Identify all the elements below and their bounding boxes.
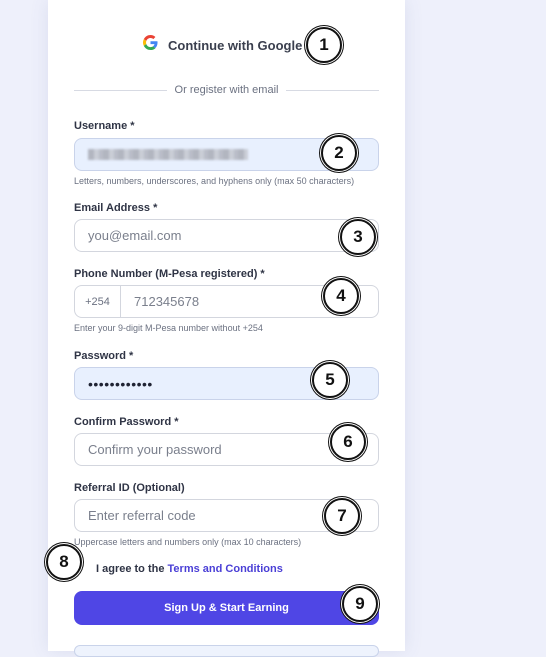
- username-value-redacted: [88, 149, 248, 160]
- phone-country-prefix: +254: [75, 286, 121, 317]
- annotation-badge-8: 8: [46, 544, 82, 580]
- annotation-badge-3: 3: [340, 219, 376, 255]
- email-label: Email Address *: [74, 202, 158, 214]
- annotation-badge-9: 9: [342, 586, 378, 622]
- username-hint: Letters, numbers, underscores, and hyphe…: [74, 176, 355, 186]
- annotation-badge-2: 2: [321, 135, 357, 171]
- referral-placeholder: Enter referral code: [88, 508, 196, 523]
- annotation-badge-7: 7: [324, 498, 360, 534]
- signup-button-label: Sign Up & Start Earning: [164, 602, 289, 614]
- terms-agreement[interactable]: I agree to the Terms and Conditions: [96, 563, 283, 575]
- google-signin-button[interactable]: Continue with Google: [143, 31, 302, 59]
- confirm-password-label: Confirm Password *: [74, 416, 179, 428]
- annotation-badge-6: 6: [330, 424, 366, 460]
- divider-line-right: [286, 89, 380, 91]
- email-input[interactable]: you@email.com: [74, 219, 379, 252]
- divider-text: Or register with email: [174, 84, 279, 96]
- annotation-badge-4: 4: [323, 278, 359, 314]
- bottom-panel: [74, 645, 379, 657]
- email-placeholder: you@email.com: [88, 228, 182, 243]
- phone-label: Phone Number (M-Pesa registered) *: [74, 268, 265, 280]
- divider-line-left: [74, 89, 167, 91]
- google-icon: [143, 35, 158, 55]
- username-label: Username *: [74, 120, 135, 132]
- phone-hint: Enter your 9-digit M-Pesa number without…: [74, 323, 263, 333]
- terms-link[interactable]: Terms and Conditions: [168, 563, 283, 575]
- annotation-badge-5: 5: [312, 362, 348, 398]
- terms-prefix-text: I agree to the: [96, 563, 165, 575]
- referral-hint: Uppercase letters and numbers only (max …: [74, 537, 302, 547]
- password-value: ••••••••••••: [88, 375, 153, 392]
- registration-card: Continue with Google Or register with em…: [48, 0, 405, 657]
- google-signin-label: Continue with Google: [168, 37, 303, 53]
- confirm-password-placeholder: Confirm your password: [88, 442, 222, 457]
- signup-button[interactable]: Sign Up & Start Earning: [74, 591, 379, 625]
- annotation-badge-1: 1: [306, 27, 342, 63]
- referral-label: Referral ID (Optional): [74, 482, 185, 494]
- password-label: Password *: [74, 350, 134, 362]
- phone-input[interactable]: 712345678: [121, 294, 199, 309]
- email-divider: Or register with email: [74, 84, 380, 96]
